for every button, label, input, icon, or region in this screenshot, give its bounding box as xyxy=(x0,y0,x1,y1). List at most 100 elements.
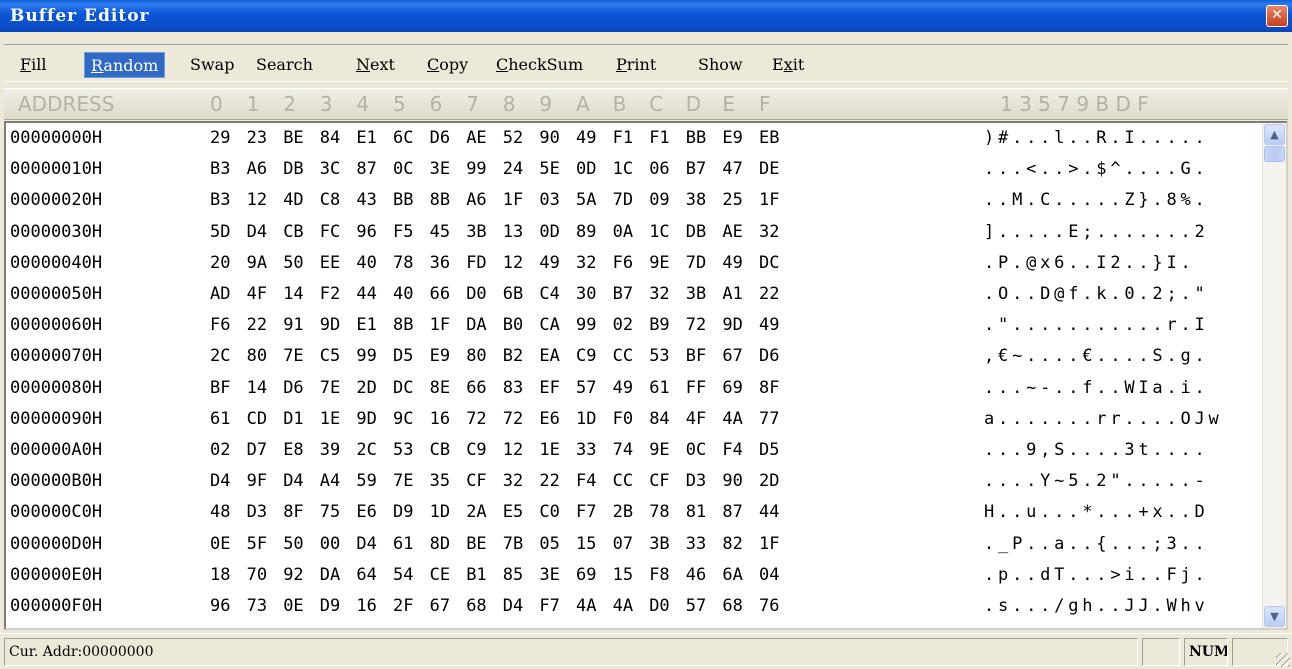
hex-byte-cell[interactable]: 9D xyxy=(722,315,742,335)
hex-byte-cell[interactable]: F7 xyxy=(576,502,596,522)
ascii-cell[interactable]: ..M.C.....Z}.8%. xyxy=(984,190,1209,210)
hex-byte-cell[interactable]: 32 xyxy=(649,284,669,304)
hex-byte-cell[interactable]: 0E xyxy=(210,534,230,554)
hex-byte-cell[interactable]: 44 xyxy=(759,502,779,522)
hex-byte-cell[interactable]: B9 xyxy=(649,315,669,335)
hex-byte-cell[interactable]: 61 xyxy=(649,378,669,398)
hex-byte-cell[interactable]: BB xyxy=(393,190,413,210)
hex-byte-cell[interactable]: 09 xyxy=(649,190,669,210)
menu-item-exit[interactable]: Exit xyxy=(766,52,810,78)
menu-item-show[interactable]: Show xyxy=(692,52,749,78)
hex-byte-cell[interactable]: 1C xyxy=(613,159,633,179)
hex-byte-cell[interactable]: D3 xyxy=(247,502,267,522)
hex-byte-cell[interactable]: 78 xyxy=(649,502,669,522)
hex-byte-cell[interactable]: BF xyxy=(210,378,230,398)
hex-byte-cell[interactable]: 7E xyxy=(320,378,340,398)
hex-byte-cell[interactable]: 75 xyxy=(320,502,340,522)
hex-byte-cell[interactable]: 16 xyxy=(430,409,450,429)
hex-byte-cell[interactable]: 69 xyxy=(722,378,742,398)
hex-byte-cell[interactable]: AD xyxy=(210,284,230,304)
hex-byte-cell[interactable]: 9F xyxy=(247,471,267,491)
menu-item-copy[interactable]: Copy xyxy=(421,52,474,78)
table-row[interactable]: 000000B0H D4 9F D4 A4 59 7E 35 CF 32 22 F4 CC CF D3 90 2… xyxy=(6,466,1260,497)
hex-byte-cell[interactable]: 02 xyxy=(613,315,633,335)
hex-byte-cell[interactable]: 1D xyxy=(576,409,596,429)
hex-byte-cell[interactable]: 3B xyxy=(466,222,486,242)
hex-byte-cell[interactable]: 2A xyxy=(466,502,486,522)
hex-byte-cell[interactable]: 99 xyxy=(466,159,486,179)
hex-byte-cell[interactable]: 9E xyxy=(649,253,669,273)
hex-byte-cell[interactable]: 2C xyxy=(210,346,230,366)
hex-byte-cell[interactable]: 5E xyxy=(539,159,559,179)
hex-byte-cell[interactable]: D0 xyxy=(466,284,486,304)
hex-byte-cell[interactable]: 67 xyxy=(722,346,742,366)
hex-byte-cell[interactable]: FC xyxy=(320,222,340,242)
hex-byte-cell[interactable]: 02 xyxy=(210,440,230,460)
hex-byte-cell[interactable]: 53 xyxy=(393,440,413,460)
resize-grip[interactable] xyxy=(1276,653,1290,667)
hex-byte-cell[interactable]: 13 xyxy=(503,222,523,242)
table-row[interactable]: 00000050H AD 4F 14 F2 44 40 66 D0 6B C4 30 B7 32 3B A1 2… xyxy=(6,279,1260,310)
table-row[interactable]: 00000080H BF 14 D6 7E 2D DC 8E 66 83 EF 57 49 61 FF 69 8… xyxy=(6,373,1260,404)
hex-byte-cell[interactable]: F8 xyxy=(649,565,669,585)
hex-byte-cell[interactable]: 4F xyxy=(686,409,706,429)
hex-byte-cell[interactable]: FD xyxy=(466,253,486,273)
hex-byte-cell[interactable]: 78 xyxy=(393,253,413,273)
hex-byte-cell[interactable]: 2C xyxy=(356,440,376,460)
hex-byte-cell[interactable]: 66 xyxy=(430,284,450,304)
hex-byte-cell[interactable]: 07 xyxy=(613,534,633,554)
hex-byte-cell[interactable]: 72 xyxy=(686,315,706,335)
hex-byte-cell[interactable]: 40 xyxy=(356,253,376,273)
hex-byte-cell[interactable]: 14 xyxy=(283,284,303,304)
hex-byte-cell[interactable]: 15 xyxy=(576,534,596,554)
hex-byte-cell[interactable]: A6 xyxy=(466,190,486,210)
scroll-down-button[interactable]: ▼ xyxy=(1264,606,1285,627)
hex-byte-cell[interactable]: 8F xyxy=(283,502,303,522)
hex-byte-cell[interactable]: 1F xyxy=(759,190,779,210)
hex-byte-cell[interactable]: 35 xyxy=(430,471,450,491)
hex-byte-cell[interactable]: 7D xyxy=(613,190,633,210)
hex-byte-cell[interactable]: D5 xyxy=(393,346,413,366)
table-row[interactable]: 00000070H 2C 80 7E C5 99 D5 E9 80 B2 EA C9 CC 53 BF 67 D… xyxy=(6,341,1260,372)
hex-byte-cell[interactable]: D4 xyxy=(283,471,303,491)
hex-byte-cell[interactable]: DB xyxy=(686,222,706,242)
hex-byte-cell[interactable]: CF xyxy=(466,471,486,491)
hex-byte-cell[interactable]: 43 xyxy=(356,190,376,210)
hex-byte-cell[interactable]: 9A xyxy=(247,253,267,273)
hex-byte-cell[interactable]: 20 xyxy=(210,253,230,273)
hex-byte-cell[interactable]: BE xyxy=(283,128,303,148)
hex-byte-cell[interactable]: 04 xyxy=(759,565,779,585)
hex-byte-cell[interactable]: 64 xyxy=(356,565,376,585)
hex-byte-cell[interactable]: 18 xyxy=(210,565,230,585)
hex-byte-cell[interactable]: CB xyxy=(283,222,303,242)
close-button[interactable]: ✕ xyxy=(1266,5,1288,27)
menu-item-fill[interactable]: Fill xyxy=(14,52,52,78)
hex-byte-cell[interactable]: D7 xyxy=(247,440,267,460)
menu-item-next[interactable]: Next xyxy=(350,52,401,78)
hex-byte-cell[interactable]: 2B xyxy=(613,502,633,522)
hex-byte-cell[interactable]: 4A xyxy=(722,409,742,429)
hex-byte-cell[interactable]: D0 xyxy=(649,596,669,616)
hex-byte-cell[interactable]: F0 xyxy=(613,409,633,429)
hex-byte-cell[interactable]: A1 xyxy=(722,284,742,304)
ascii-cell[interactable]: ...<..>.$^....G. xyxy=(984,159,1209,179)
hex-byte-cell[interactable]: 84 xyxy=(649,409,669,429)
hex-byte-cell[interactable]: 80 xyxy=(466,346,486,366)
ascii-cell[interactable]: ."...........r.I xyxy=(984,315,1209,335)
hex-byte-cell[interactable]: C0 xyxy=(539,502,559,522)
ascii-cell[interactable]: ...9,S....3t.... xyxy=(984,440,1209,460)
hex-byte-cell[interactable]: 81 xyxy=(686,502,706,522)
table-row[interactable]: 00000000H 29 23 BE 84 E1 6C D6 AE 52 90 49 F1 F1 BB E9 E… xyxy=(6,123,1260,154)
hex-byte-cell[interactable]: E8 xyxy=(283,440,303,460)
hex-byte-cell[interactable]: CA xyxy=(539,315,559,335)
hex-byte-cell[interactable]: 06 xyxy=(649,159,669,179)
hex-byte-cell[interactable]: 9D xyxy=(356,409,376,429)
hex-byte-cell[interactable]: 45 xyxy=(430,222,450,242)
hex-byte-cell[interactable]: 77 xyxy=(759,409,779,429)
hex-byte-cell[interactable]: D6 xyxy=(759,346,779,366)
hex-byte-cell[interactable]: EE xyxy=(320,253,340,273)
hex-byte-cell[interactable]: 50 xyxy=(283,534,303,554)
hex-byte-cell[interactable]: 2D xyxy=(356,378,376,398)
hex-byte-cell[interactable]: 92 xyxy=(283,565,303,585)
hex-byte-cell[interactable]: 3E xyxy=(430,159,450,179)
